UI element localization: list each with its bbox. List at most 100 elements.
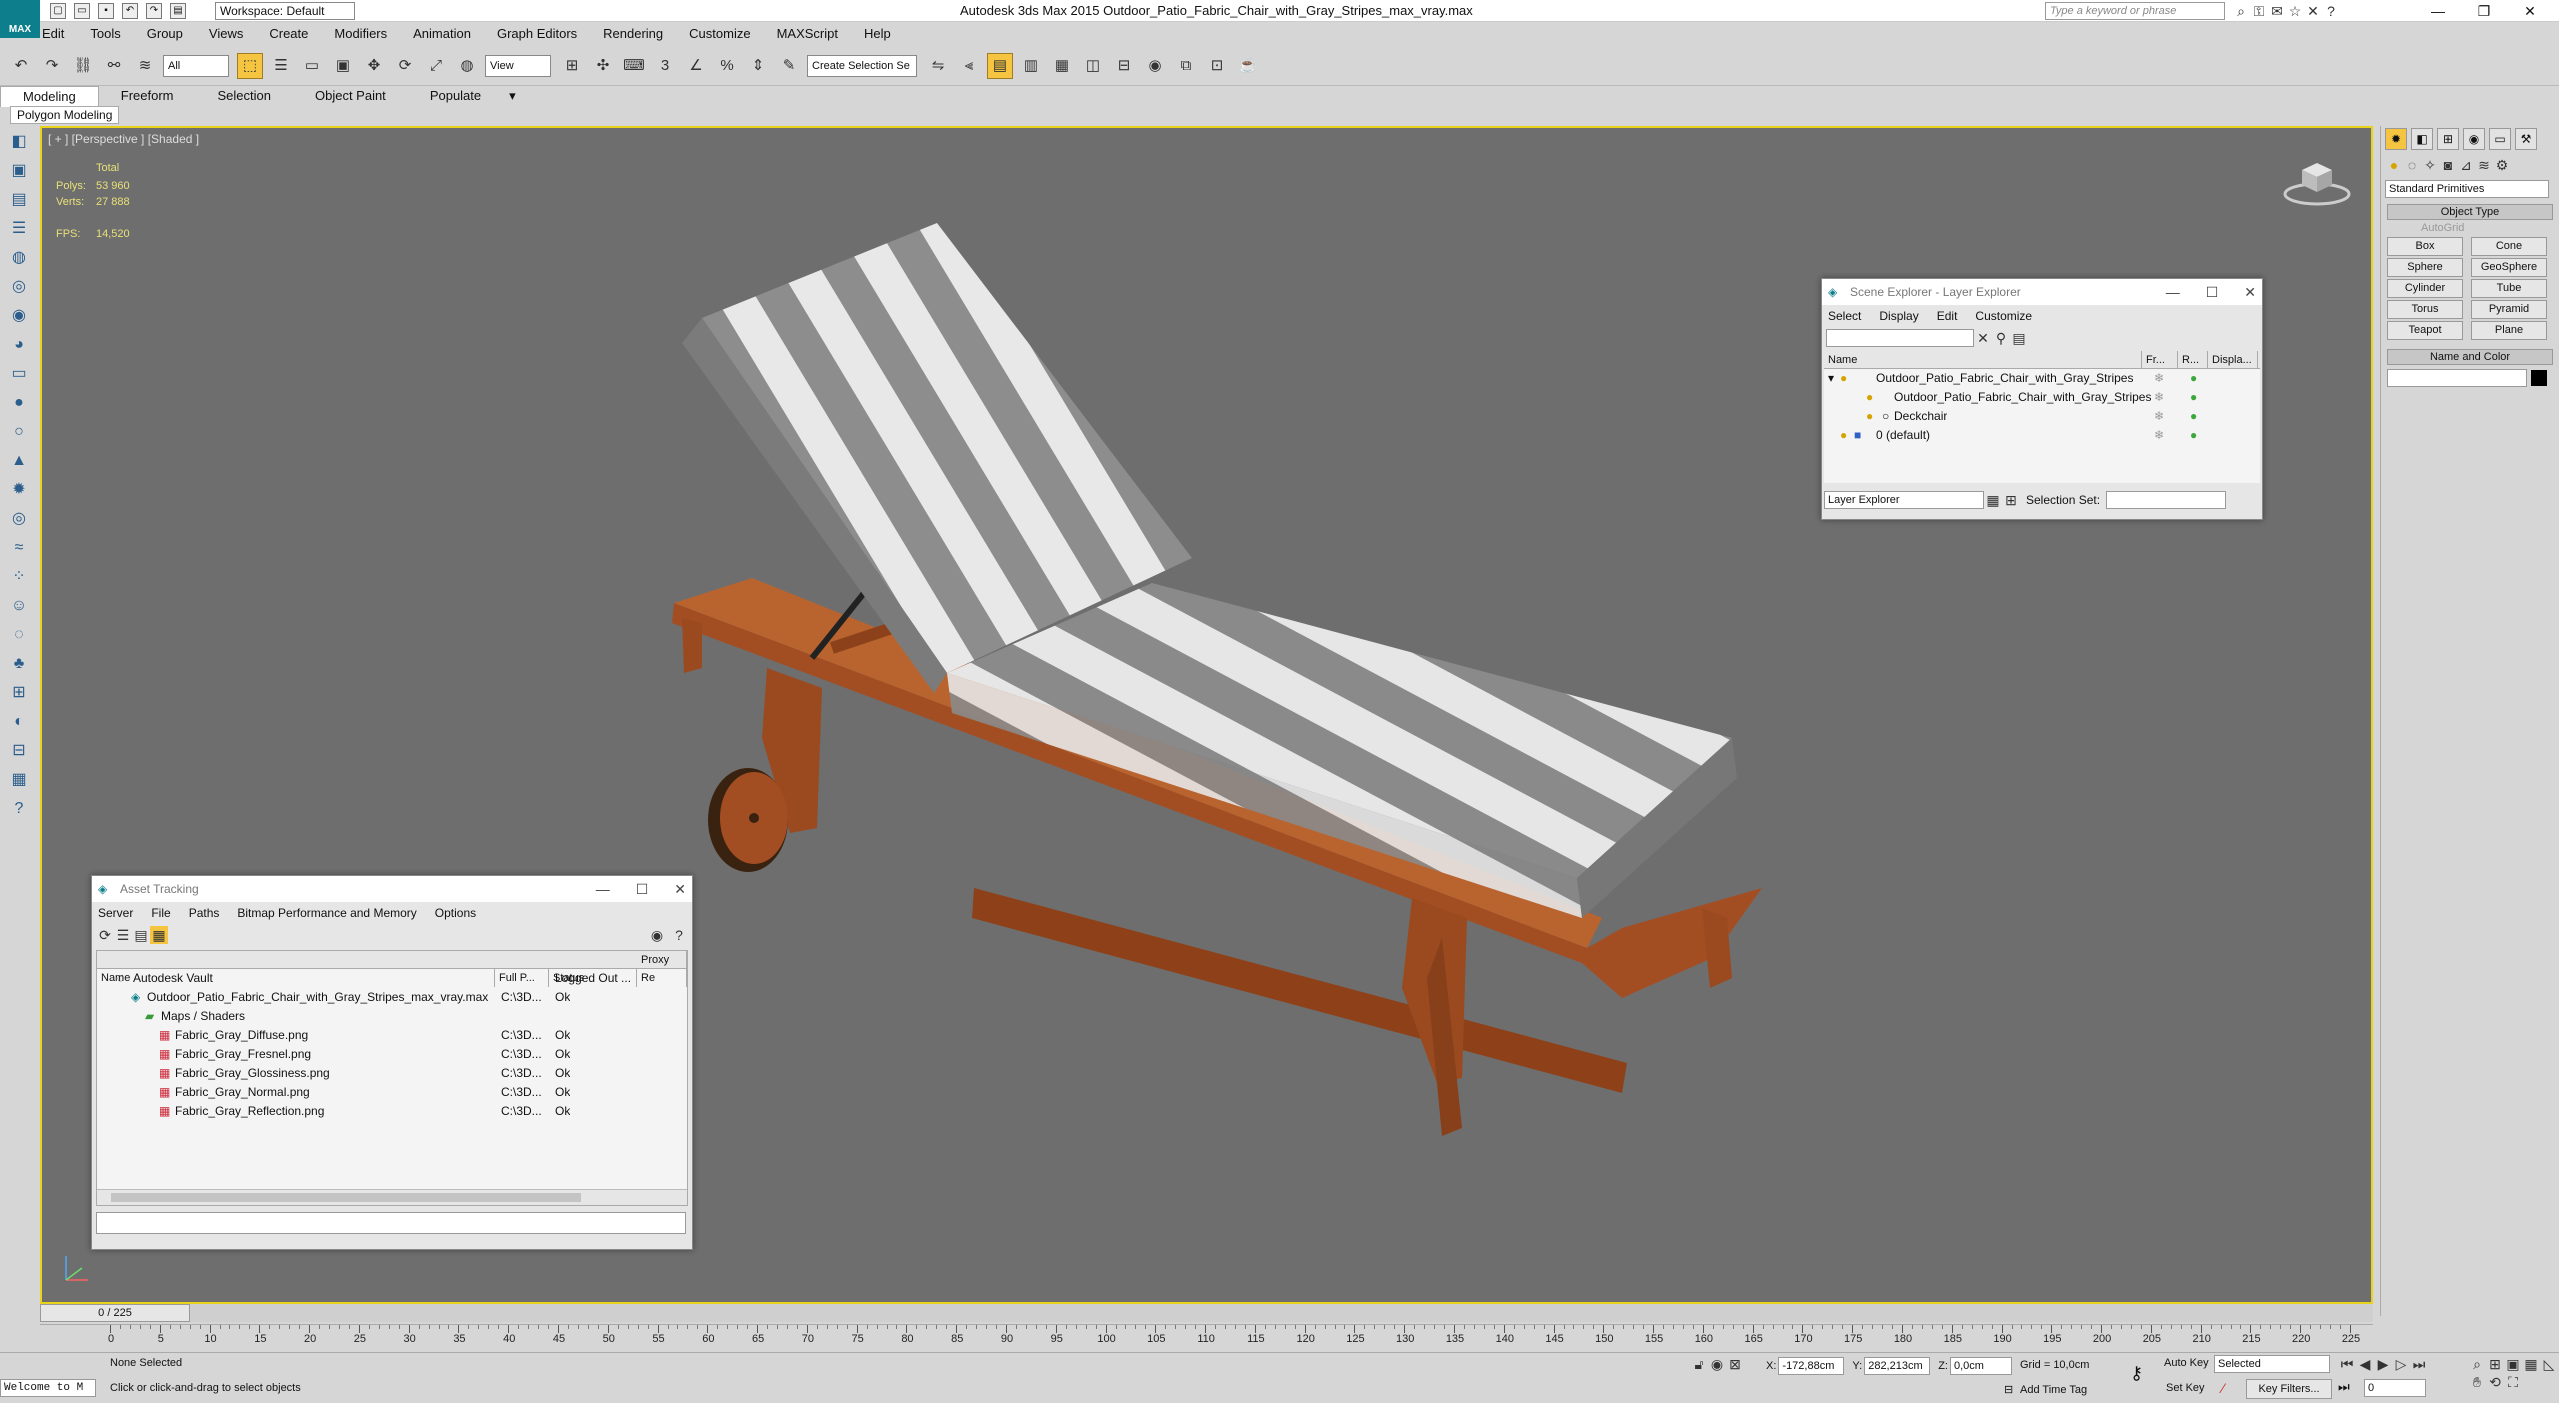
minimize-icon[interactable]: — (2415, 0, 2461, 22)
render-setup-icon[interactable]: ⧉ (1173, 53, 1199, 79)
favorites-star-icon[interactable]: ☆ (2286, 2, 2304, 20)
add-time-tag[interactable]: Add Time Tag (2020, 1384, 2087, 1396)
omni-light-icon[interactable]: ○ (6, 419, 32, 445)
sphere-icon[interactable]: ● (6, 390, 32, 416)
light-lister-icon[interactable]: ◍ (6, 245, 32, 271)
render-teapot-icon[interactable]: ● (2190, 388, 2197, 407)
mirror-icon[interactable]: ⇋ (925, 53, 951, 79)
refresh-icon[interactable]: ⟳ (96, 926, 114, 944)
tree-icon[interactable]: ♣ (6, 651, 32, 677)
help-icon[interactable]: ? (2322, 2, 2340, 20)
zoom-extents-icon[interactable]: ▣ (2504, 1355, 2522, 1373)
rotate-icon[interactable]: ⟳ (392, 53, 418, 79)
layer-toggle-icon[interactable]: ▦ (1984, 491, 2002, 509)
help-icon[interactable]: ? (670, 926, 688, 944)
tree-row-deckchair[interactable]: ● ○ Deckchair ❄ ● (1824, 407, 2260, 426)
lightbulb-icon[interactable]: ● (1840, 369, 1847, 388)
orbit-icon[interactable]: ⟲ (2486, 1373, 2504, 1391)
autogrid-checkbox[interactable]: AutoGrid (2381, 222, 2559, 234)
explorer-mode-dropdown[interactable]: Layer Explorer (1824, 491, 1984, 509)
box-button[interactable]: Box (2387, 237, 2463, 256)
menu-file[interactable]: File (151, 902, 170, 924)
table-view-icon[interactable]: ▦ (150, 926, 168, 944)
geosphere-button[interactable]: GeoSphere (2471, 258, 2547, 277)
expand-arrow-icon[interactable]: ▾ (1828, 369, 1834, 388)
col-display[interactable]: Displa... (2208, 351, 2258, 369)
find-input[interactable] (1826, 329, 1974, 347)
project-folder-icon[interactable]: ▤ (170, 3, 186, 19)
menu-group[interactable]: Group (147, 26, 183, 41)
col-name[interactable]: Name (1824, 351, 2142, 369)
shapes-icon[interactable]: ◌ (2403, 156, 2421, 174)
render-teapot-icon[interactable]: ● (2190, 369, 2197, 388)
set-key-icon[interactable]: ⚷ (2130, 1363, 2154, 1384)
y-coordinate[interactable]: 282,213cm (1864, 1357, 1931, 1375)
helpers-icon[interactable]: ⊿ (2457, 156, 2475, 174)
close-icon[interactable]: ✕ (2244, 284, 2256, 300)
menu-paths[interactable]: Paths (189, 902, 220, 924)
move-icon[interactable]: ✥ (361, 53, 387, 79)
absolute-mode-icon[interactable]: ⊠ (1726, 1355, 1744, 1373)
time-slider[interactable]: 0 / 225 (40, 1304, 2373, 1322)
search-input[interactable]: Type a keyword or phrase (2045, 2, 2225, 20)
material-editor-icon[interactable]: ◉ (1142, 53, 1168, 79)
next-frame-icon[interactable]: ▷ (2392, 1355, 2410, 1373)
snaps-toggle-icon[interactable]: 3 (652, 53, 678, 79)
tab-modeling[interactable]: Modeling (0, 85, 99, 107)
window-crossing-icon[interactable]: ▣ (330, 53, 356, 79)
freeze-icon[interactable]: ❄ (2154, 369, 2164, 388)
horizontal-scrollbar[interactable] (97, 1189, 687, 1205)
selection-filter-dropdown[interactable]: All (163, 54, 229, 77)
menu-modifiers[interactable]: Modifiers (334, 26, 387, 41)
shelf-icon[interactable]: ⊞ (6, 680, 32, 706)
detail-view-icon[interactable]: ▤ (132, 926, 150, 944)
field-of-view-icon[interactable]: ◺ (2540, 1355, 2558, 1373)
spot-light-icon[interactable]: ▲ (6, 448, 32, 474)
percent-snap-icon[interactable]: % (714, 53, 740, 79)
current-frame-input[interactable]: 0 (2364, 1379, 2426, 1397)
go-to-end-icon[interactable]: ⏭ (2410, 1355, 2428, 1373)
close-icon[interactable]: ✕ (2507, 0, 2553, 22)
asset-row[interactable]: ◈ Outdoor_Patio_Fabric_Chair_with_Gray_St… (97, 988, 687, 1007)
rendered-frame-window-icon[interactable]: ⊡ (1204, 53, 1230, 79)
scale-icon[interactable]: ⤢ (423, 53, 449, 79)
cone-button[interactable]: Cone (2471, 237, 2547, 256)
systems-icon[interactable]: ⚙ (2493, 156, 2511, 174)
cylinder-button[interactable]: Cylinder (2387, 279, 2463, 298)
display-tab-icon[interactable]: ▭ (2489, 128, 2511, 150)
time-tag-icon[interactable]: ⊟ (2004, 1383, 2013, 1396)
viewport-layout-icon[interactable]: ◧ (6, 129, 32, 155)
object-color-swatch[interactable] (2531, 370, 2547, 386)
render-icon[interactable]: ◉ (6, 303, 32, 329)
menu-bitmap-performance[interactable]: Bitmap Performance and Memory (237, 902, 416, 924)
menu-views[interactable]: Views (209, 26, 243, 41)
asset-tracking-window[interactable]: ◈ Asset Tracking — ☐ ✕ Server File Paths B… (91, 875, 693, 1250)
object-type-rollout[interactable]: Object Type (2387, 204, 2553, 220)
freeze-icon[interactable]: ❄ (2154, 388, 2164, 407)
menu-animation[interactable]: Animation (413, 26, 471, 41)
globe-icon[interactable]: ◌ (6, 622, 32, 648)
unlink-icon[interactable]: ⚯ (101, 53, 127, 79)
render-production-icon[interactable]: ☕ (1235, 53, 1261, 79)
scene-explorer-icon[interactable]: ▤ (987, 52, 1013, 79)
grid-icon[interactable]: ⊟ (6, 738, 32, 764)
zoom-extents-all-icon[interactable]: ▦ (2522, 1355, 2540, 1373)
ribbon-options-icon[interactable]: ▾ (503, 86, 522, 106)
spinner-snap-icon[interactable]: ⇕ (745, 53, 771, 79)
key-mode-icon[interactable]: ⁄ (2222, 1380, 2238, 1396)
redo-icon[interactable]: ↷ (146, 3, 162, 19)
binoculars-icon[interactable]: ⌕ (2232, 2, 2250, 20)
viewcube[interactable] (2282, 158, 2352, 208)
layers-icon[interactable]: ☰ (6, 216, 32, 242)
angle-snap-icon[interactable]: ∠ (683, 53, 709, 79)
scene-explorer-title[interactable]: ◈ Scene Explorer - Layer Explorer — ☐ ✕ (1822, 279, 2262, 305)
modify-tab-icon[interactable]: ◧ (2411, 128, 2433, 150)
key-filters-button[interactable]: Key Filters... (2246, 1379, 2332, 1399)
geometry-icon[interactable]: ● (2385, 156, 2403, 174)
menu-select[interactable]: Select (1828, 305, 1861, 327)
menu-graph-editors[interactable]: Graph Editors (497, 26, 577, 41)
asset-row[interactable]: ▰ Maps / Shaders (97, 1007, 687, 1026)
menu-edit[interactable]: Edit (42, 26, 64, 41)
scene-explorer-window[interactable]: ◈ Scene Explorer - Layer Explorer — ☐ ✕ Se… (1821, 278, 2263, 520)
schematic-view-icon[interactable]: ⊟ (1111, 53, 1137, 79)
